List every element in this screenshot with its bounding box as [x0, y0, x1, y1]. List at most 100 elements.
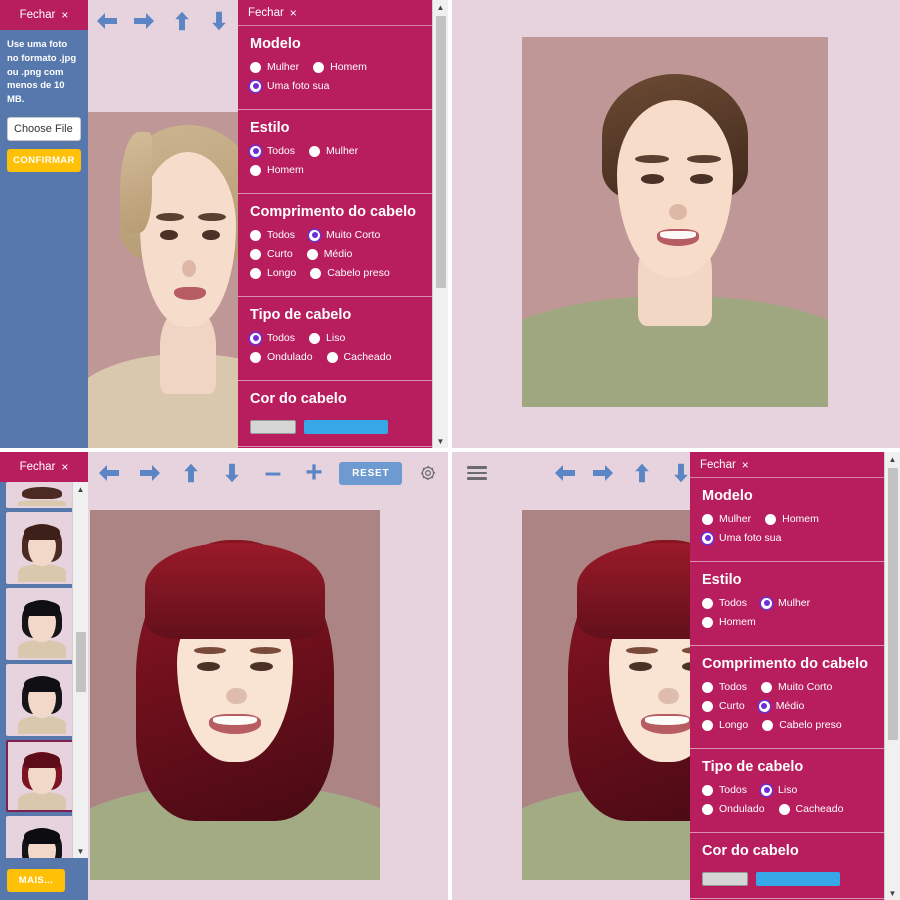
- hair-color-apply-button[interactable]: [304, 420, 388, 434]
- move-up-button[interactable]: [170, 452, 211, 494]
- radio-option-todos[interactable]: Todos: [702, 681, 747, 693]
- radio-option-mulher[interactable]: Mulher: [761, 597, 810, 609]
- radio-option-muito-corto[interactable]: Muito Corto: [309, 229, 380, 241]
- radio-button-icon[interactable]: [326, 351, 338, 363]
- radio-button-icon[interactable]: [762, 719, 774, 731]
- thumbnail-item[interactable]: [6, 740, 72, 812]
- radio-option-longo[interactable]: Longo: [250, 267, 296, 279]
- scrollbar-thumb[interactable]: [888, 468, 898, 740]
- radio-option-todos[interactable]: Todos: [702, 784, 747, 796]
- radio-option-uma-foto-sua[interactable]: Uma foto sua: [702, 532, 781, 544]
- radio-option-curto[interactable]: Curto: [250, 248, 293, 260]
- move-down-button[interactable]: [211, 452, 252, 494]
- thumbnails-scrollbar[interactable]: ▲ ▼: [72, 482, 88, 858]
- radio-button-icon[interactable]: [761, 597, 773, 609]
- radio-option-mulher[interactable]: Mulher: [309, 145, 358, 157]
- scrollbar-thumb[interactable]: [436, 16, 446, 288]
- radio-option-todos[interactable]: Todos: [250, 145, 295, 157]
- scroll-down-icon[interactable]: ▼: [433, 434, 448, 448]
- radio-option-médio[interactable]: Médio: [306, 248, 352, 260]
- thumbnails-sidebar-header[interactable]: Fechar ×: [0, 452, 88, 482]
- radio-button-icon[interactable]: [313, 61, 325, 73]
- preview-photo-top-right[interactable]: [522, 37, 828, 407]
- move-left-button[interactable]: [88, 0, 126, 42]
- radio-button-icon[interactable]: [702, 719, 713, 731]
- radio-option-homem[interactable]: Homem: [765, 513, 819, 525]
- zoom-out-button[interactable]: –: [252, 452, 293, 494]
- move-up-button[interactable]: [163, 0, 201, 42]
- radio-button-icon[interactable]: [250, 351, 261, 363]
- thumbnail-item[interactable]: [6, 816, 72, 858]
- move-left-button[interactable]: [545, 452, 584, 494]
- radio-button-icon[interactable]: [702, 513, 713, 525]
- move-down-button[interactable]: [201, 0, 239, 42]
- menu-button[interactable]: [460, 452, 493, 494]
- radio-button-icon[interactable]: [761, 784, 773, 796]
- radio-button-icon[interactable]: [702, 681, 713, 693]
- radio-option-curto[interactable]: Curto: [702, 700, 745, 712]
- preview-photo-bottom-left[interactable]: [90, 510, 380, 880]
- radio-button-icon[interactable]: [761, 681, 773, 693]
- radio-option-muito-corto[interactable]: Muito Corto: [761, 681, 832, 693]
- thumbnail-item[interactable]: [6, 512, 72, 584]
- radio-button-icon[interactable]: [309, 145, 321, 157]
- radio-option-todos[interactable]: Todos: [702, 597, 747, 609]
- radio-button-icon[interactable]: [309, 332, 321, 344]
- close-icon[interactable]: ×: [61, 460, 68, 474]
- radio-option-ondulado[interactable]: Ondulado: [702, 803, 765, 815]
- scroll-down-icon[interactable]: ▼: [885, 886, 900, 900]
- move-right-button[interactable]: [129, 452, 170, 494]
- move-right-button[interactable]: [584, 452, 623, 494]
- radio-button-icon[interactable]: [250, 80, 261, 92]
- radio-option-cacheado[interactable]: Cacheado: [326, 351, 391, 363]
- radio-option-todos[interactable]: Todos: [250, 332, 295, 344]
- radio-button-icon[interactable]: [309, 229, 321, 241]
- radio-option-uma-foto-sua[interactable]: Uma foto sua: [250, 80, 329, 92]
- options-panel-header[interactable]: Fechar ×: [690, 452, 900, 478]
- radio-option-homem[interactable]: Homem: [250, 164, 304, 176]
- radio-option-cabelo-preso[interactable]: Cabelo preso: [762, 719, 842, 731]
- radio-button-icon[interactable]: [250, 61, 261, 73]
- thumbnail-item[interactable]: [6, 664, 72, 736]
- options-panel-scrollbar[interactable]: ▲ ▼: [884, 452, 900, 900]
- radio-button-icon[interactable]: [250, 248, 261, 260]
- hair-color-select[interactable]: [250, 420, 296, 434]
- radio-option-mulher[interactable]: Mulher: [702, 513, 751, 525]
- radio-button-icon[interactable]: [702, 616, 713, 628]
- radio-button-icon[interactable]: [765, 513, 777, 525]
- choose-file-button[interactable]: Choose File: [7, 116, 81, 141]
- radio-button-icon[interactable]: [250, 267, 261, 279]
- thumbnail-item[interactable]: [6, 482, 72, 508]
- radio-option-cabelo-preso[interactable]: Cabelo preso: [310, 267, 390, 279]
- close-icon[interactable]: ×: [742, 458, 749, 472]
- move-left-button[interactable]: [88, 452, 129, 494]
- radio-option-todos[interactable]: Todos: [250, 229, 295, 241]
- thumbnails-list[interactable]: [0, 482, 72, 858]
- radio-button-icon[interactable]: [702, 532, 713, 544]
- radio-button-icon[interactable]: [702, 803, 713, 815]
- radio-button-icon[interactable]: [250, 229, 261, 241]
- radio-button-icon[interactable]: [702, 597, 713, 609]
- confirm-button[interactable]: CONFIRMAR: [7, 148, 81, 172]
- move-right-button[interactable]: [126, 0, 164, 42]
- radio-button-icon[interactable]: [778, 803, 790, 815]
- radio-option-médio[interactable]: Médio: [758, 700, 804, 712]
- radio-button-icon[interactable]: [250, 332, 261, 344]
- move-up-button[interactable]: [623, 452, 662, 494]
- scroll-up-icon[interactable]: ▲: [885, 452, 900, 466]
- hair-color-select[interactable]: [702, 872, 748, 886]
- radio-option-homem[interactable]: Homem: [702, 616, 756, 628]
- radio-button-icon[interactable]: [758, 700, 770, 712]
- scroll-up-icon[interactable]: ▲: [433, 0, 448, 14]
- radio-option-longo[interactable]: Longo: [702, 719, 748, 731]
- radio-option-homem[interactable]: Homem: [313, 61, 367, 73]
- radio-button-icon[interactable]: [250, 145, 261, 157]
- options-panel-scrollbar[interactable]: ▲ ▼: [432, 0, 448, 448]
- thumbnail-item[interactable]: [6, 588, 72, 660]
- radio-button-icon[interactable]: [250, 164, 261, 176]
- settings-button[interactable]: [407, 452, 448, 494]
- radio-button-icon[interactable]: [306, 248, 318, 260]
- zoom-in-button[interactable]: +: [293, 452, 334, 494]
- scroll-up-icon[interactable]: ▲: [73, 482, 88, 496]
- scroll-down-icon[interactable]: ▼: [73, 844, 88, 858]
